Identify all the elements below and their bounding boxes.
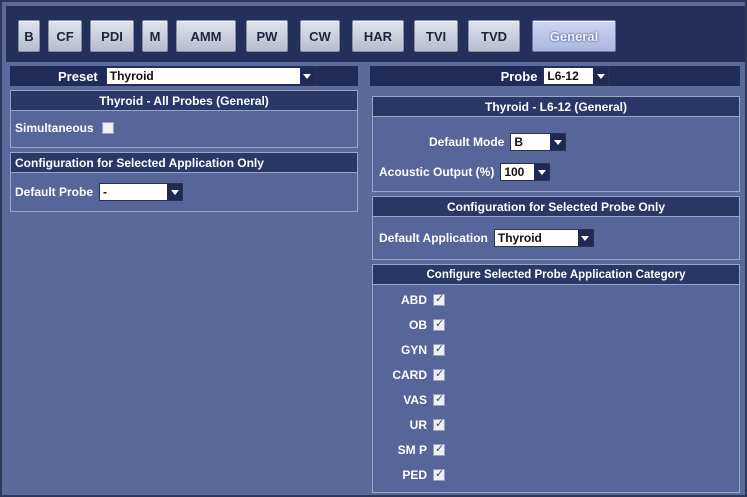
- category-label: UR: [409, 418, 427, 432]
- default-probe-row: Default Probe -: [15, 183, 184, 201]
- category-checkbox-ur[interactable]: [433, 417, 445, 431]
- tab-pw[interactable]: PW: [246, 20, 288, 52]
- probe-config-title: Configuration for Selected Probe Only: [373, 197, 739, 217]
- category-label: VAS: [403, 393, 427, 407]
- category-label: GYN: [400, 343, 427, 357]
- chevron-down-icon: [550, 134, 566, 150]
- default-mode-select[interactable]: B: [510, 133, 567, 151]
- chevron-down-icon: [593, 68, 609, 84]
- default-application-value: Thyroid: [497, 231, 542, 245]
- default-mode-label: Default Mode: [429, 135, 505, 149]
- category-row-smp: SM P: [377, 442, 445, 457]
- application-config-title: Configuration for Selected Application O…: [11, 153, 357, 173]
- preset-label: Preset: [58, 68, 98, 84]
- category-title: Configure Selected Probe Application Cat…: [373, 265, 739, 285]
- default-mode-value: B: [514, 135, 524, 149]
- preset-bar: Preset Thyroid: [10, 66, 358, 86]
- category-label: PED: [402, 468, 427, 482]
- mode-tab-bar: B CF PDI M AMM PW CW HAR TVI TVD General: [6, 6, 745, 62]
- category-checkbox-card[interactable]: [433, 367, 445, 381]
- category-label: SM P: [397, 443, 427, 457]
- category-checkbox-gyn[interactable]: [433, 342, 445, 356]
- probe-bar: Probe L6-12: [370, 66, 740, 86]
- default-mode-row: Default Mode B: [429, 133, 567, 151]
- default-application-select[interactable]: Thyroid: [493, 229, 594, 247]
- chevron-down-icon: [167, 184, 183, 200]
- category-row-ob: OB: [377, 317, 445, 332]
- chevron-down-icon: [534, 164, 550, 180]
- acoustic-output-value: 100: [504, 165, 525, 179]
- default-probe-value: -: [103, 185, 108, 199]
- chevron-down-icon: [299, 68, 315, 84]
- tab-b[interactable]: B: [18, 20, 40, 52]
- tab-pdi[interactable]: PDI: [90, 20, 134, 52]
- category-checkbox-abd[interactable]: [433, 292, 445, 306]
- category-checkbox-vas[interactable]: [433, 392, 445, 406]
- all-probes-panel: Thyroid - All Probes (General) Simultane…: [10, 90, 358, 148]
- tab-tvi[interactable]: TVI: [414, 20, 458, 52]
- probe-settings-panel: Thyroid - L6-12 (General) Default Mode B…: [372, 96, 740, 192]
- category-checkbox-smp[interactable]: [433, 442, 445, 456]
- default-application-label: Default Application: [379, 231, 488, 245]
- category-row-abd: ABD: [377, 292, 445, 307]
- default-probe-select[interactable]: -: [99, 183, 184, 201]
- preset-value: Thyroid: [109, 69, 154, 83]
- category-checkbox-ped[interactable]: [433, 467, 445, 481]
- preset-select[interactable]: Thyroid: [105, 67, 316, 85]
- tab-tvd[interactable]: TVD: [468, 20, 520, 52]
- tab-cf[interactable]: CF: [48, 20, 82, 52]
- category-row-vas: VAS: [377, 392, 445, 407]
- acoustic-output-label: Acoustic Output (%): [379, 165, 495, 179]
- tab-har[interactable]: HAR: [352, 20, 404, 52]
- simultaneous-row: Simultaneous: [15, 121, 114, 135]
- tab-m[interactable]: M: [142, 20, 168, 52]
- category-row-gyn: GYN: [377, 342, 445, 357]
- category-panel: Configure Selected Probe Application Cat…: [372, 264, 740, 493]
- default-application-row: Default Application Thyroid: [379, 229, 594, 247]
- probe-config-panel: Configuration for Selected Probe Only De…: [372, 196, 740, 260]
- probe-value: L6-12: [547, 69, 579, 83]
- category-row-card: CARD: [377, 367, 445, 382]
- all-probes-title: Thyroid - All Probes (General): [11, 91, 357, 111]
- tab-general[interactable]: General: [532, 20, 616, 52]
- chevron-down-icon: [577, 230, 593, 246]
- category-checkbox-ob[interactable]: [433, 317, 445, 331]
- probe-settings-title: Thyroid - L6-12 (General): [373, 97, 739, 117]
- application-config-panel: Configuration for Selected Application O…: [10, 152, 358, 212]
- category-label: ABD: [401, 293, 427, 307]
- tab-amm[interactable]: AMM: [176, 20, 236, 52]
- acoustic-output-select[interactable]: 100: [500, 163, 551, 181]
- simultaneous-label: Simultaneous: [15, 121, 94, 135]
- probe-select[interactable]: L6-12: [543, 67, 610, 85]
- category-row-ur: UR: [377, 417, 445, 432]
- category-label: CARD: [392, 368, 427, 382]
- settings-window: B CF PDI M AMM PW CW HAR TVI TVD General…: [0, 0, 747, 497]
- tab-cw[interactable]: CW: [300, 20, 340, 52]
- probe-label: Probe: [500, 68, 538, 84]
- acoustic-output-row: Acoustic Output (%) 100: [379, 163, 551, 181]
- default-probe-label: Default Probe: [15, 185, 94, 199]
- category-row-ped: PED: [377, 467, 445, 482]
- category-label: OB: [409, 318, 427, 332]
- simultaneous-checkbox[interactable]: [101, 122, 114, 134]
